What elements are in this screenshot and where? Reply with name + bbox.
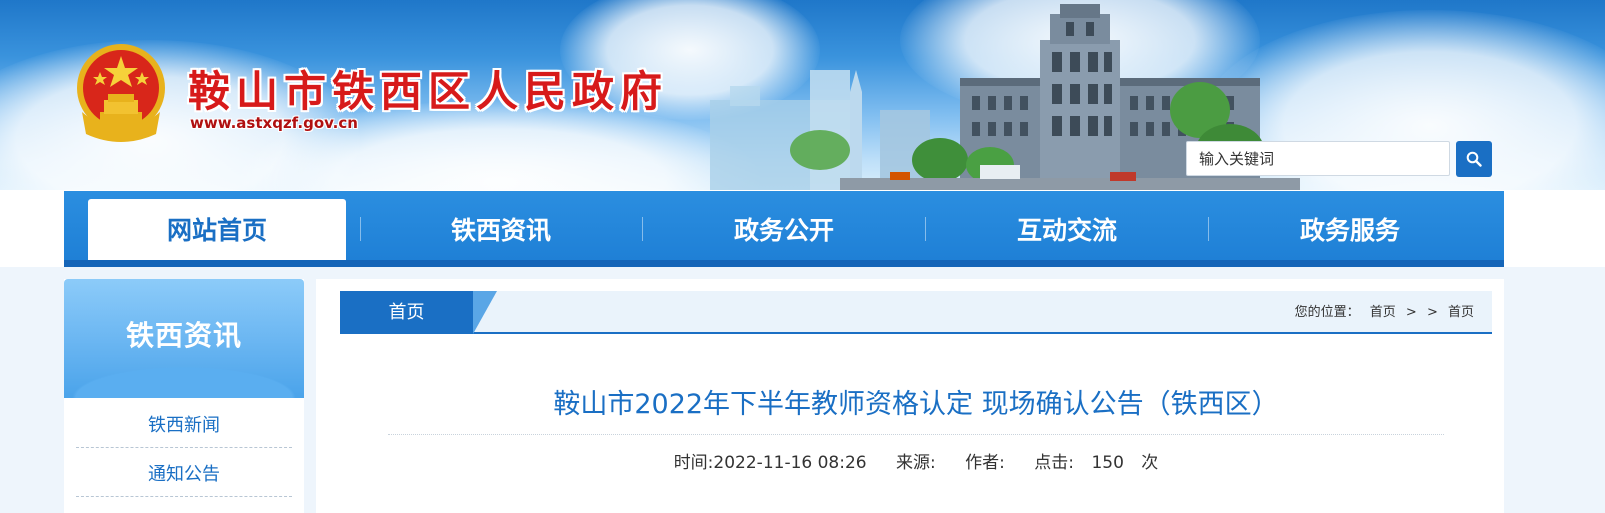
- nav-item-government-affairs[interactable]: 政务公开: [655, 199, 913, 260]
- nav-item-services[interactable]: 政务服务: [1221, 199, 1479, 260]
- article-clicks-label: 点击:: [1034, 453, 1075, 473]
- nav-separator: [642, 217, 643, 241]
- nav-separator: [360, 217, 361, 241]
- article-title: 鞍山市2022年下半年教师资格认定 现场确认公告（铁西区）: [553, 389, 1279, 420]
- sidebar-title: 铁西资讯: [125, 319, 242, 352]
- breadcrumb: 首页 您的位置： 首页 > > 首页: [340, 291, 1492, 334]
- article-meta: 时间:2022-11-16 08:26 来源: 作者: 点击: 150 次: [340, 448, 1492, 473]
- article-clicks-unit: 次: [1141, 453, 1159, 473]
- site-url: www.astxqzf.gov.cn: [190, 114, 358, 132]
- breadcrumb-tab-tail: [473, 291, 497, 334]
- breadcrumb-link-current[interactable]: 首页: [1448, 305, 1474, 320]
- search-input[interactable]: [1186, 141, 1450, 176]
- main-nav: 网站首页 铁西资讯 政务公开 互动交流 政务服务: [64, 191, 1504, 267]
- breadcrumb-tab: 首页: [340, 291, 473, 334]
- national-emblem-icon: [77, 44, 165, 142]
- header-banner: 鞍山市铁西区人民政府 www.astxqzf.gov.cn: [0, 0, 1605, 190]
- article-source-label: 来源:: [896, 453, 936, 473]
- nav-item-home[interactable]: 网站首页: [88, 199, 346, 260]
- breadcrumb-separator: >: [1405, 305, 1417, 320]
- search-button[interactable]: [1456, 141, 1492, 177]
- sidebar-header: 铁西资讯: [64, 279, 304, 398]
- main-content: 首页 您的位置： 首页 > > 首页 鞍山市2022年下半年教师资格认定 现场确…: [316, 279, 1504, 513]
- nav-item-tiexi-news[interactable]: 铁西资讯: [372, 199, 630, 260]
- sidebar-link-notices[interactable]: 通知公告: [76, 460, 292, 486]
- breadcrumb-separator: >: [1426, 305, 1438, 320]
- article-clicks-value: 150: [1091, 453, 1124, 473]
- breadcrumb-link-home[interactable]: 首页: [1370, 305, 1396, 320]
- title-divider: [388, 434, 1444, 435]
- sidebar-link-tiexi-news[interactable]: 铁西新闻: [76, 411, 292, 437]
- article-time: 时间:2022-11-16 08:26: [673, 453, 867, 473]
- sidebar-divider: [76, 447, 292, 448]
- nav-item-interaction[interactable]: 互动交流: [938, 199, 1196, 260]
- breadcrumb-path: 您的位置： 首页 > > 首页: [1289, 291, 1474, 334]
- sidebar-divider: [76, 496, 292, 497]
- article-author-label: 作者:: [965, 453, 1005, 473]
- search-icon: [1466, 151, 1482, 167]
- site-title: 鞍山市铁西区人民政府: [188, 67, 669, 116]
- breadcrumb-prefix: 您的位置：: [1294, 305, 1360, 320]
- nav-separator: [1208, 217, 1209, 241]
- sidebar: 铁西资讯 铁西新闻 通知公告: [64, 279, 304, 513]
- nav-separator: [925, 217, 926, 241]
